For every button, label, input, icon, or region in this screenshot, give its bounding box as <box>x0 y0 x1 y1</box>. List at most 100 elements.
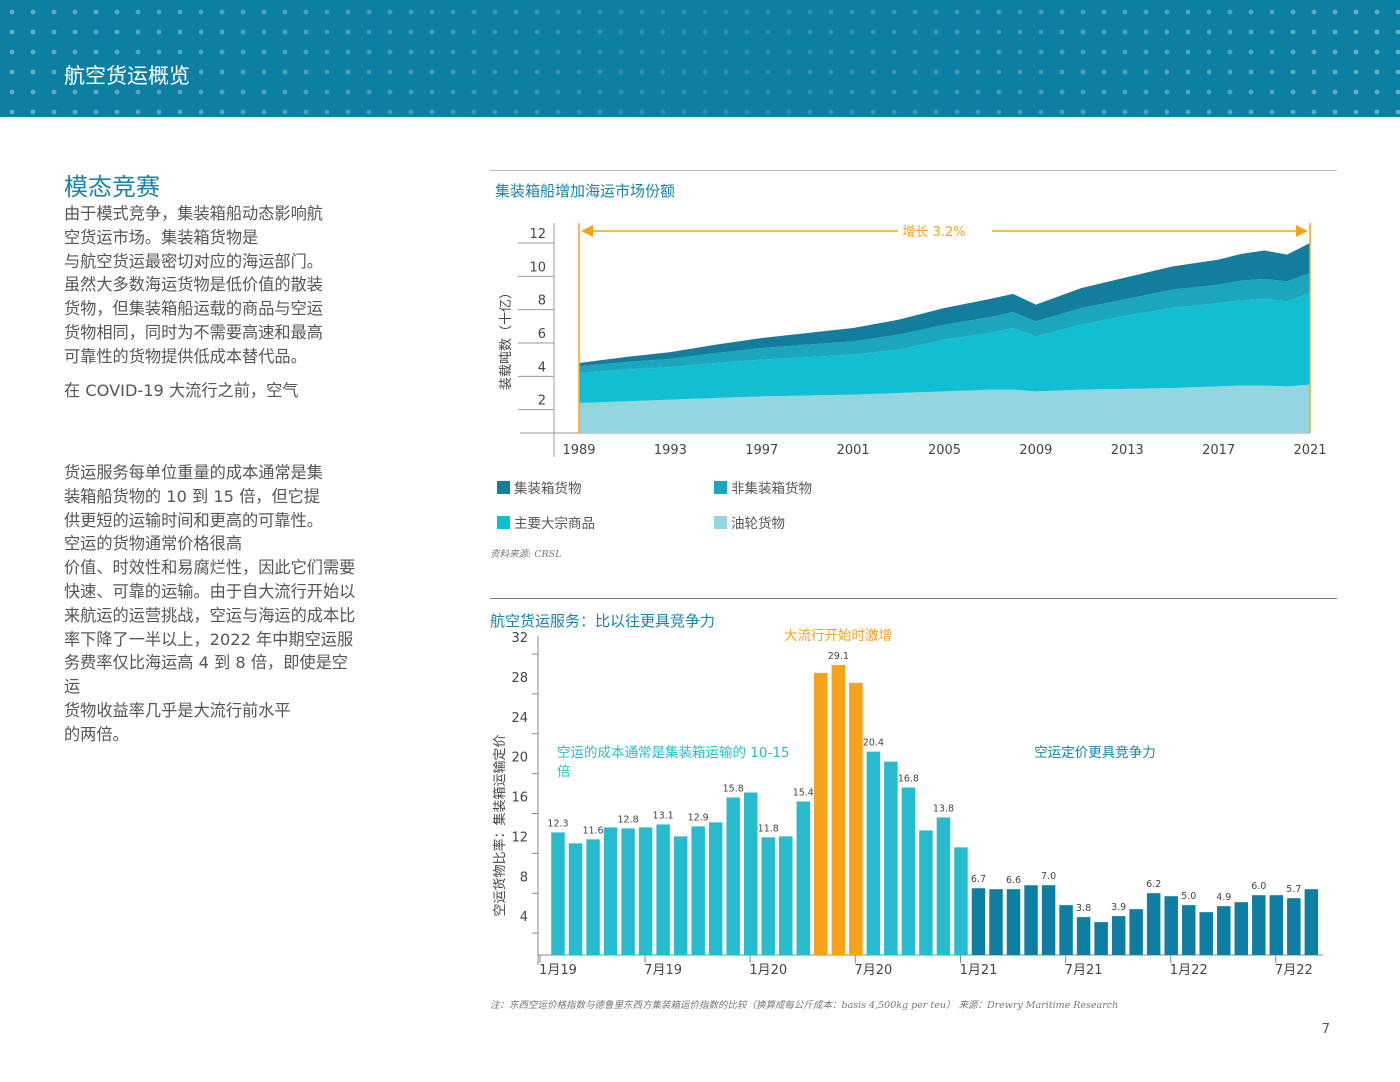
header-dot <box>1185 29 1191 35</box>
header-dot <box>30 109 36 115</box>
header-dot <box>681 109 687 115</box>
header-dot <box>891 69 897 75</box>
header-dot <box>597 49 603 55</box>
header-title: 航空货运概览 <box>64 64 190 88</box>
header-dot <box>555 49 561 55</box>
header-dot <box>366 49 372 55</box>
chart1-x-tick-label: 2001 <box>837 443 870 458</box>
chart1-y-tick-label: 6 <box>538 327 546 342</box>
chart2-bar <box>1164 896 1178 955</box>
chart1-growth-label: 增长 3.2% <box>902 225 965 240</box>
header-dot <box>1059 9 1065 15</box>
header-dot <box>408 49 414 55</box>
header-dot <box>303 89 309 95</box>
header-dot <box>429 49 435 55</box>
chart1-x-tick-label: 2013 <box>1111 443 1144 458</box>
chart2-value-label: 6.6 <box>1006 875 1021 886</box>
chart2-bar <box>989 889 1003 955</box>
header-dot <box>1227 109 1233 115</box>
chart2-bar <box>779 836 793 955</box>
chart2-bar-chart: 32 28 24 20 16 12 8 4 空运货物比率：集装箱运输定价 12.3 11.6 12.8… <box>492 628 1323 978</box>
header-dot <box>639 89 645 95</box>
chart2-bar <box>971 888 986 955</box>
header-dot <box>219 49 225 55</box>
chart2-bar <box>638 827 653 955</box>
chart1-x-tick-label: 1989 <box>562 443 595 458</box>
header-dot <box>324 9 330 15</box>
header-dot <box>933 49 939 55</box>
header-dot <box>135 49 141 55</box>
header-dot <box>597 69 603 75</box>
header-dot <box>177 9 183 15</box>
header-dot <box>576 29 582 35</box>
header-dot <box>1122 29 1128 35</box>
chart2-bar <box>673 836 688 955</box>
header-dot <box>639 109 645 115</box>
header-dot <box>555 89 561 95</box>
chart2-y-tick-label: 28 <box>511 671 528 686</box>
header-dot <box>1185 69 1191 75</box>
header-dot <box>1395 69 1400 75</box>
header-dot <box>954 109 960 115</box>
header-dot <box>828 89 834 95</box>
chart1-arrowhead-right <box>1296 225 1308 237</box>
header-dot <box>1122 9 1128 15</box>
chart2-x-tick-label: 1月22 <box>1170 963 1208 978</box>
header-dot <box>534 89 540 95</box>
chart2-bar <box>1041 885 1056 955</box>
header-dot <box>1080 9 1086 15</box>
chart2-bar <box>691 826 705 955</box>
header-dot <box>723 69 729 75</box>
header-dot <box>261 9 267 15</box>
chart2-note: 注：东西空运价格指数与德鲁里东西方集装箱运价指数的比较（换算成每公斤成本：bas… <box>490 1000 1119 1011</box>
chart2-bar <box>726 797 740 955</box>
header-dot <box>51 109 57 115</box>
header-dot <box>723 9 729 15</box>
chart2-bar <box>1076 917 1091 955</box>
header-dot <box>702 89 708 95</box>
header-dot <box>534 109 540 115</box>
header-dot <box>702 109 708 115</box>
header-dot <box>450 9 456 15</box>
header-dot <box>345 69 351 75</box>
header-dot <box>1122 49 1128 55</box>
header-dot <box>1332 109 1338 115</box>
header-dot <box>450 29 456 35</box>
header-dot <box>1185 9 1191 15</box>
header-dot <box>177 49 183 55</box>
header-dot <box>1290 69 1296 75</box>
header-dot <box>156 29 162 35</box>
chart2-bar <box>656 824 670 955</box>
header-dot <box>912 9 918 15</box>
header-dot <box>891 49 897 55</box>
header-dot <box>30 9 36 15</box>
header-dot <box>870 49 876 55</box>
header-dot <box>534 49 540 55</box>
header-dot <box>198 49 204 55</box>
header-dot <box>1269 69 1275 75</box>
header-dot <box>9 29 15 35</box>
chart2-value-label: 16.8 <box>898 774 919 785</box>
header-dot <box>93 29 99 35</box>
header-dot <box>1017 29 1023 35</box>
header-dot <box>72 49 78 55</box>
header-dot <box>1311 109 1317 115</box>
chart2-bar <box>831 664 846 955</box>
header-dot <box>261 89 267 95</box>
header-dot <box>492 9 498 15</box>
header-dot <box>177 89 183 95</box>
header-dot <box>1038 69 1044 75</box>
header-dot <box>1332 69 1338 75</box>
legend-swatch-tanker <box>714 515 727 529</box>
header-dot <box>870 69 876 75</box>
header-dot <box>576 49 582 55</box>
header-dot <box>9 49 15 55</box>
header-dot <box>1227 29 1233 35</box>
chart2-y-tick-label: 4 <box>520 910 528 925</box>
header-dot <box>1017 69 1023 75</box>
page-header: 航空货运概览 <box>0 0 1400 117</box>
header-dot <box>660 109 666 115</box>
header-dot <box>618 69 624 75</box>
header-dot <box>828 9 834 15</box>
header-dot <box>198 109 204 115</box>
